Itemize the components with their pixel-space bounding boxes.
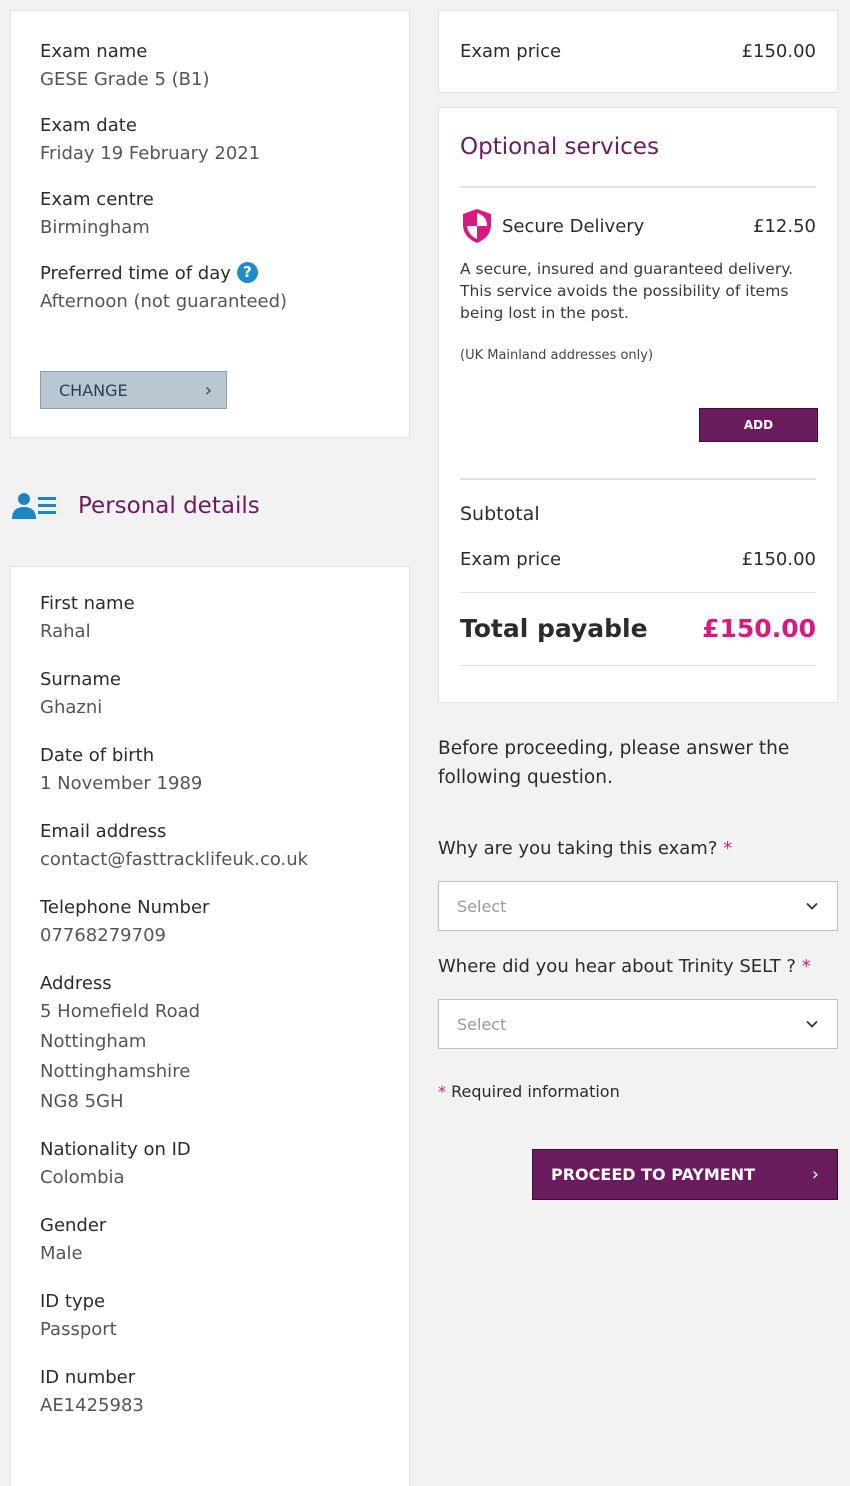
phone-field: Telephone Number 07768279709 (40, 895, 380, 951)
address-line: 5 Homefield Road (40, 1001, 201, 1022)
help-icon[interactable]: ? (236, 261, 258, 283)
address-label: Address (40, 973, 112, 994)
first-name-label: First name (40, 593, 135, 614)
address-line: NG8 5GH (40, 1091, 124, 1112)
secure-delivery-price: £12.50 (753, 215, 816, 237)
reason-question-label: Why are you taking this exam? * (438, 838, 732, 859)
source-question-label: Where did you hear about Trinity SELT ? … (438, 956, 811, 977)
surname-field: Surname Ghazni (40, 667, 380, 723)
optional-services-title: Optional services (460, 134, 659, 160)
total-payable-row: Total payable £150.00 (460, 614, 816, 643)
change-button[interactable]: CHANGE › (40, 371, 227, 409)
subtotal-exam-price-label: Exam price (460, 549, 562, 570)
preferred-time-label: Preferred time of day? (40, 261, 380, 287)
phone-value: 07768279709 (40, 925, 166, 946)
chevron-right-icon: › (204, 379, 212, 401)
divider (460, 665, 816, 666)
surname-label: Surname (40, 669, 121, 690)
required-mark: * (438, 1082, 446, 1101)
exam-date-label: Exam date (40, 115, 137, 136)
exam-centre-value: Birmingham (40, 217, 150, 238)
chevron-right-icon: › (811, 1164, 819, 1185)
first-name-field: First name Rahal (40, 591, 380, 647)
required-info-text: Required information (451, 1082, 620, 1101)
id-type-field: ID type Passport (40, 1289, 380, 1345)
id-number-label: ID number (40, 1367, 136, 1388)
address-line: Nottinghamshire (40, 1061, 191, 1082)
personal-details-card: First name Rahal Surname Ghazni Date of … (10, 566, 410, 1486)
secure-delivery-note: (UK Mainland addresses only) (460, 348, 654, 363)
gender-label: Gender (40, 1215, 107, 1236)
secure-delivery-name: Secure Delivery (502, 215, 645, 237)
preferred-time-label-text: Preferred time of day (40, 263, 231, 284)
source-question-text: Where did you hear about Trinity SELT ? (438, 956, 796, 977)
personal-details-title: Personal details (78, 493, 260, 519)
id-number-value: AE1425983 (40, 1395, 144, 1416)
proceed-button-label: PROCEED TO PAYMENT (551, 1165, 756, 1184)
first-name-value: Rahal (40, 621, 91, 642)
required-mark: * (723, 838, 733, 859)
divider (460, 186, 816, 188)
email-value: contact@fasttracklifeuk.co.uk (40, 849, 309, 870)
address-line: Nottingham (40, 1031, 147, 1052)
required-info-note: * Required information (438, 1082, 620, 1101)
nationality-field: Nationality on ID Colombia (40, 1137, 380, 1193)
optional-services-card: Optional services Secure Delivery £12.50… (438, 107, 838, 703)
subtotal-exam-price-row: Exam price £150.00 (460, 549, 816, 570)
person-list-icon (12, 493, 56, 519)
reason-question-text: Why are you taking this exam? (438, 838, 718, 859)
preferred-time-field: Preferred time of day? Afternoon (not gu… (40, 261, 380, 317)
dob-value: 1 November 1989 (40, 773, 203, 794)
exam-name-label: Exam name (40, 41, 148, 62)
exam-price-value: £150.00 (741, 41, 816, 62)
secure-delivery-description: A secure, insured and guaranteed deliver… (460, 260, 794, 322)
surname-value: Ghazni (40, 697, 103, 718)
required-mark: * (801, 956, 811, 977)
gender-value: Male (40, 1243, 83, 1264)
proceed-to-payment-button[interactable]: PROCEED TO PAYMENT › (532, 1149, 838, 1200)
address-field: Address 5 Homefield Road Nottingham Nott… (40, 971, 380, 1117)
id-type-value: Passport (40, 1319, 117, 1340)
dob-label: Date of birth (40, 745, 155, 766)
change-button-label: CHANGE (59, 380, 128, 400)
exam-price-card: Exam price £150.00 (438, 10, 838, 93)
subtotal-exam-price-value: £150.00 (741, 549, 816, 570)
chevron-down-icon (806, 902, 818, 910)
exam-details-card: Exam name GESE Grade 5 (B1) Exam date Fr… (10, 10, 410, 438)
gender-field: Gender Male (40, 1213, 380, 1269)
nationality-label: Nationality on ID (40, 1139, 191, 1160)
email-label: Email address (40, 821, 167, 842)
exam-date-value: Friday 19 February 2021 (40, 143, 261, 164)
email-field: Email address contact@fasttracklifeuk.co… (40, 819, 380, 875)
exam-centre-field: Exam centre Birmingham (40, 187, 380, 243)
exam-centre-label: Exam centre (40, 189, 154, 210)
source-select-value: Select (457, 1014, 507, 1034)
nationality-value: Colombia (40, 1167, 125, 1188)
dob-field: Date of birth 1 November 1989 (40, 743, 380, 799)
exam-name-value: GESE Grade 5 (B1) (40, 69, 210, 90)
exam-name-field: Exam name GESE Grade 5 (B1) (40, 39, 380, 95)
id-type-label: ID type (40, 1291, 106, 1312)
chevron-down-icon (806, 1020, 818, 1028)
secure-delivery-name-wrap: Secure Delivery (460, 208, 644, 244)
add-secure-delivery-button[interactable]: ADD (699, 408, 818, 442)
total-payable-label: Total payable (460, 614, 648, 643)
reason-select-value: Select (457, 896, 507, 916)
secure-delivery-row: Secure Delivery £12.50 (460, 208, 816, 244)
questions-intro: Before proceeding, please answer the fol… (438, 738, 790, 788)
id-number-field: ID number AE1425983 (40, 1365, 380, 1421)
shield-icon (463, 209, 491, 243)
subtotal-label: Subtotal (460, 503, 540, 525)
preferred-time-value: Afternoon (not guaranteed) (40, 291, 288, 312)
reason-select[interactable]: Select (438, 881, 838, 931)
exam-price-label: Exam price (460, 41, 562, 62)
source-select[interactable]: Select (438, 999, 838, 1049)
total-payable-value: £150.00 (702, 614, 816, 643)
phone-label: Telephone Number (40, 897, 210, 918)
divider (460, 592, 816, 593)
divider (460, 478, 816, 480)
personal-details-header: Personal details (10, 486, 410, 526)
exam-date-field: Exam date Friday 19 February 2021 (40, 113, 380, 169)
